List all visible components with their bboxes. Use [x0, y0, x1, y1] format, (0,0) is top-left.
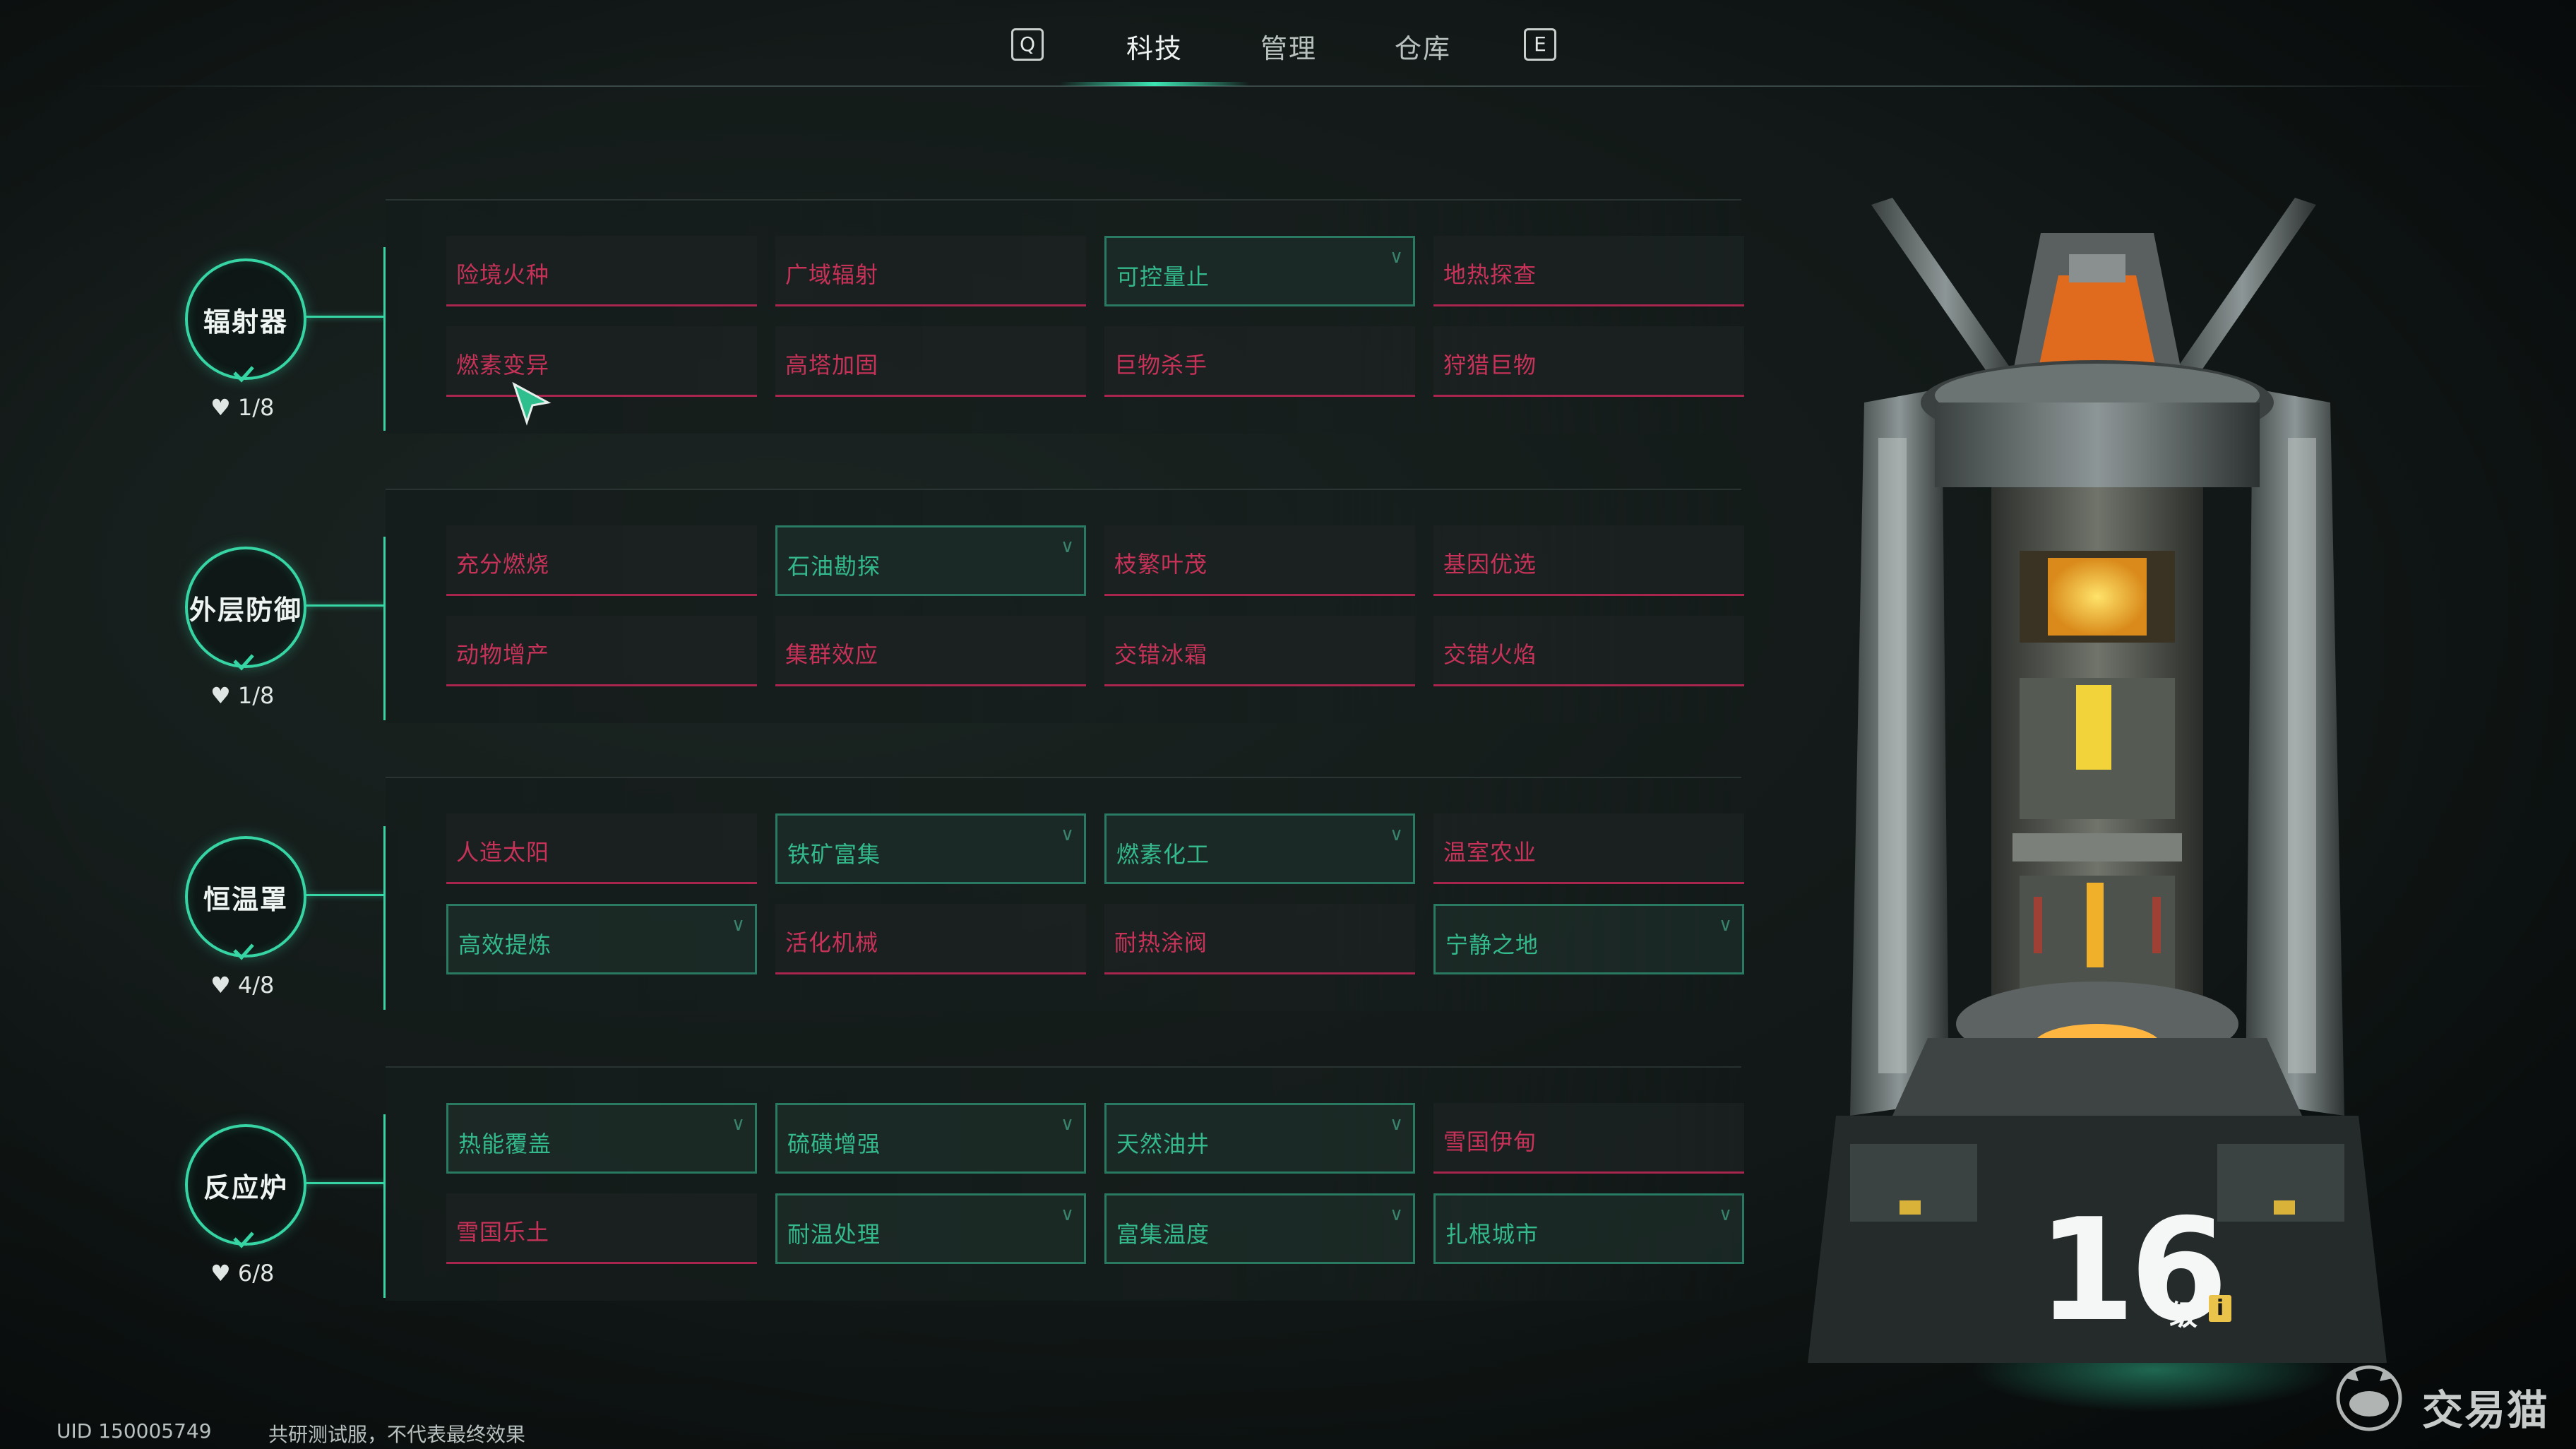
category-connector — [305, 1182, 386, 1184]
tech-node[interactable]: 高塔加固 — [775, 326, 1086, 397]
category-title: 辐射器 — [203, 306, 288, 338]
tech-node[interactable]: 耐温处理 ∨ — [775, 1193, 1086, 1264]
tech-node[interactable]: 基因优选 — [1433, 525, 1744, 596]
tech-node[interactable]: 狩猎巨物 — [1433, 326, 1744, 397]
top-nav: Q 科技 管理 仓库 E — [0, 0, 2576, 88]
tech-node[interactable]: 充分燃烧 — [446, 525, 757, 596]
chevron-down-icon: ∨ — [1389, 824, 1403, 845]
nav-divider — [78, 85, 2498, 87]
player-uid: UID 150005749 — [56, 1419, 212, 1443]
chevron-down-icon: ∨ — [1389, 246, 1403, 268]
watermark-text: 交易猫 — [2422, 1386, 2550, 1434]
tech-node[interactable]: 可控量止 ∨ — [1104, 236, 1415, 306]
tech-node[interactable]: 天然油井 ∨ — [1104, 1103, 1415, 1174]
tech-node[interactable]: 温室农业 — [1433, 813, 1744, 884]
chevron-down-icon: ∨ — [1718, 914, 1732, 936]
tech-node[interactable]: 扎根城市 ∨ — [1433, 1193, 1744, 1264]
generator-tower-image — [1808, 198, 2387, 1363]
tech-node[interactable]: 高效提炼 ∨ — [446, 904, 757, 974]
tech-panel-radiator: 险境火种 广域辐射 可控量止 ∨ 地热探查 燃素变异 高塔加固 巨物杀手 狩猎巨物 — [386, 199, 1744, 434]
cursor-icon — [512, 381, 551, 426]
active-tab-indicator — [1059, 82, 1250, 86]
category-connector — [305, 316, 386, 318]
category-progress: ♥ 1/8 — [210, 394, 275, 421]
category-title: 恒温罩 — [203, 883, 288, 915]
chevron-down-icon: ∨ — [1060, 824, 1074, 845]
category-connector — [305, 894, 386, 896]
tech-node[interactable]: 雪国伊甸 — [1433, 1103, 1744, 1174]
category-title: 外层防御 — [189, 594, 302, 626]
tech-node[interactable]: 燃素变异 — [446, 326, 757, 397]
tab-manage[interactable]: 管理 — [1260, 27, 1317, 66]
next-tab-key[interactable]: E — [1524, 28, 1556, 61]
tech-node[interactable]: 活化机械 — [775, 904, 1086, 974]
check-icon — [233, 1232, 254, 1248]
chevron-down-icon: ∨ — [1718, 1204, 1732, 1225]
tech-node[interactable]: 铁矿富集 ∨ — [775, 813, 1086, 884]
chevron-down-icon: ∨ — [1060, 536, 1074, 557]
category-title: 反应炉 — [203, 1171, 288, 1203]
check-icon — [233, 654, 254, 671]
tech-node[interactable]: 热能覆盖 ∨ — [446, 1103, 757, 1174]
category-progress: ♥ 4/8 — [210, 972, 275, 998]
info-icon[interactable]: i — [2209, 1295, 2231, 1322]
chevron-down-icon: ∨ — [1060, 1204, 1074, 1225]
tech-node[interactable]: 广域辐射 — [775, 236, 1086, 306]
tech-node[interactable]: 地热探查 — [1433, 236, 1744, 306]
chevron-down-icon: ∨ — [731, 1114, 745, 1135]
category-circle[interactable]: 外层防御 — [185, 547, 306, 668]
chevron-down-icon: ∨ — [731, 914, 745, 936]
tech-node[interactable]: 宁静之地 ∨ — [1433, 904, 1744, 974]
tech-node[interactable]: 耐热涂阀 — [1104, 904, 1415, 974]
tech-node[interactable]: 动物增产 — [446, 616, 757, 686]
tech-node[interactable]: 交错冰霜 — [1104, 616, 1415, 686]
tech-node[interactable]: 燃素化工 ∨ — [1104, 813, 1415, 884]
tech-node[interactable]: 交错火焰 — [1433, 616, 1744, 686]
tech-node[interactable]: 枝繁叶茂 — [1104, 525, 1415, 596]
tech-node[interactable]: 石油勘探 ∨ — [775, 525, 1086, 596]
tech-node[interactable]: 硫磺增强 ∨ — [775, 1103, 1086, 1174]
category-connector — [305, 604, 386, 607]
tech-node[interactable]: 人造太阳 — [446, 813, 757, 884]
test-server-note: 共研测试服，不代表最终效果 — [268, 1423, 526, 1446]
chevron-down-icon: ∨ — [1389, 1204, 1403, 1225]
tech-node[interactable]: 集群效应 — [775, 616, 1086, 686]
tech-panel-thermal-dome: 人造太阳 铁矿富集 ∨ 燃素化工 ∨ 温室农业 高效提炼 ∨ 活化机械 耐热涂阀 宁静… — [386, 777, 1744, 1011]
level-unit: 级 — [2169, 1299, 2198, 1332]
category-progress: ♥ 6/8 — [210, 1260, 275, 1287]
tech-panel-outer-defense: 充分燃烧 石油勘探 ∨ 枝繁叶茂 基因优选 动物增产 集群效应 交错冰霜 交错火焰 — [386, 489, 1744, 723]
category-circle[interactable]: 恒温罩 — [185, 836, 306, 958]
prev-tab-key[interactable]: Q — [1011, 28, 1044, 61]
chevron-down-icon: ∨ — [1060, 1114, 1074, 1135]
tab-tech[interactable]: 科技 — [1126, 27, 1183, 66]
check-icon — [233, 366, 254, 383]
category-circle[interactable]: 反应炉 — [185, 1124, 306, 1246]
category-progress: ♥ 1/8 — [210, 682, 275, 709]
tech-node[interactable]: 雪国乐土 — [446, 1193, 757, 1264]
tab-warehouse[interactable]: 仓库 — [1395, 27, 1451, 66]
check-icon — [233, 943, 254, 960]
tech-node[interactable]: 富集温度 ∨ — [1104, 1193, 1415, 1264]
tech-panel-reactor: 热能覆盖 ∨ 硫磺增强 ∨ 天然油井 ∨ 雪国伊甸 雪国乐土 耐温处理 ∨ 富集温度 ∨ … — [386, 1066, 1744, 1301]
chevron-down-icon: ∨ — [1389, 1114, 1403, 1135]
tech-node[interactable]: 险境火种 — [446, 236, 757, 306]
tech-node[interactable]: 巨物杀手 — [1104, 326, 1415, 397]
category-circle[interactable]: 辐射器 — [185, 258, 306, 380]
